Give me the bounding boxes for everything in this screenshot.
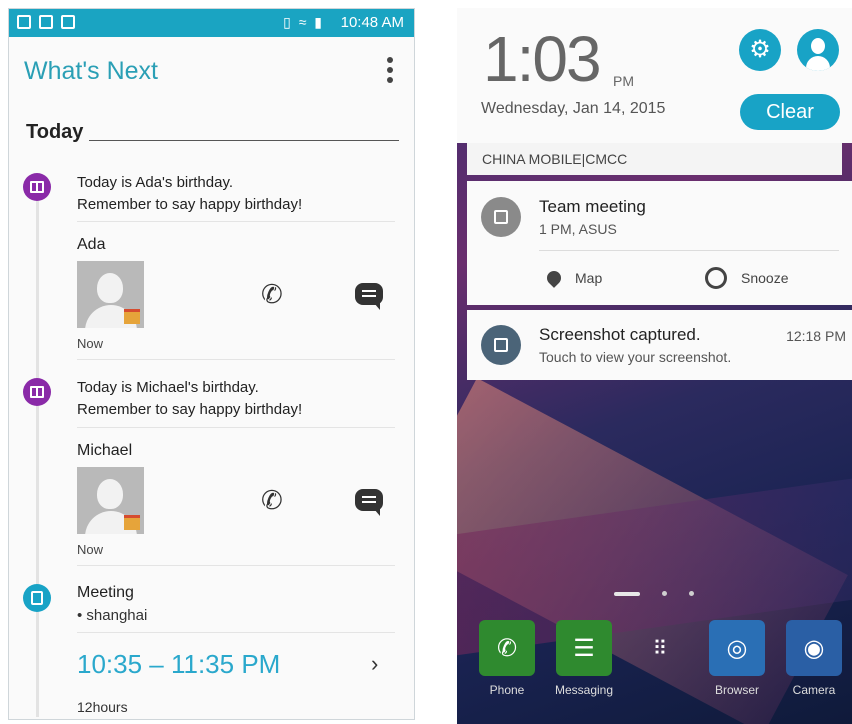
notification-title: Team meeting <box>539 197 646 216</box>
event-time: Now <box>77 542 104 557</box>
image-notification-icon <box>39 15 53 29</box>
dock-app-phone[interactable]: ✆ Phone <box>477 620 537 697</box>
status-time: 10:48 AM <box>340 14 404 31</box>
meeting-time[interactable]: 10:35 – 11:35 PM <box>77 649 280 680</box>
carrier-label: CHINA MOBILE|CMCC <box>467 143 842 175</box>
notification-time: 12:18 PM <box>786 328 846 344</box>
divider <box>77 221 395 222</box>
map-label: Map <box>575 270 603 286</box>
globe-icon: ◎ <box>709 620 765 676</box>
message-icon[interactable] <box>355 283 383 310</box>
contact-name: Ada <box>77 236 106 253</box>
map-action[interactable]: Map <box>544 263 603 293</box>
call-icon[interactable]: ✆ <box>261 279 283 310</box>
gift-icon <box>23 173 51 201</box>
phone-icon: ✆ <box>479 620 535 676</box>
timeline-line <box>36 187 39 717</box>
section-divider <box>89 140 399 141</box>
calendar-icon <box>23 584 51 612</box>
divider <box>77 565 395 566</box>
map-pin-icon <box>544 268 564 288</box>
app-title: What's Next <box>24 57 158 85</box>
event-time: Now <box>77 336 104 351</box>
clear-button[interactable]: Clear <box>740 94 840 130</box>
clock-ampm: PM <box>613 73 634 89</box>
right-screen: 1:03 PM Wednesday, Jan 14, 2015 ⚙ Clear … <box>457 8 852 724</box>
status-bar: ▯ ≈ ▮ 10:48 AM <box>9 9 414 37</box>
event-message[interactable]: Today is Ada's birthday. Remember to say… <box>77 172 302 216</box>
dock: ✆ Phone ☰ Messaging ⠿ ◎ Browser ◉ Camera <box>457 620 852 724</box>
call-icon[interactable]: ✆ <box>261 485 283 516</box>
notification-screenshot[interactable]: Screenshot captured. Touch to view your … <box>467 310 852 380</box>
chevron-right-icon[interactable]: › <box>371 651 378 677</box>
snooze-label: Snooze <box>741 270 789 286</box>
gift-icon <box>23 378 51 406</box>
calendar-icon <box>481 197 521 237</box>
avatar[interactable] <box>77 261 144 328</box>
page-indicator <box>614 591 694 596</box>
date: Wednesday, Jan 14, 2015 <box>481 100 666 117</box>
notification-subtitle: Touch to view your screenshot. <box>539 349 732 365</box>
divider <box>539 250 839 251</box>
event-line1: Today is Michael's birthday. <box>77 379 259 396</box>
divider <box>77 632 395 633</box>
messaging-icon: ☰ <box>556 620 612 676</box>
dock-label: Phone <box>489 683 525 697</box>
app-drawer-button[interactable]: ⠿ <box>630 620 690 676</box>
user-avatar-button[interactable] <box>797 29 839 71</box>
notification-icon <box>17 15 31 29</box>
divider <box>77 359 395 360</box>
meeting-title: Meeting <box>77 584 134 601</box>
notification-subtitle: 1 PM, ASUS <box>539 221 617 237</box>
event-message[interactable]: Today is Michael's birthday. Remember to… <box>77 377 302 421</box>
dock-app-messaging[interactable]: ☰ Messaging <box>554 620 614 697</box>
clock: 1:03 <box>483 23 602 95</box>
dock-label: Browser <box>714 683 759 697</box>
gear-icon[interactable]: ⚙ <box>739 29 781 71</box>
section-today: Today <box>26 121 84 143</box>
alarm-clock-icon <box>705 267 727 289</box>
cake-icon <box>124 309 140 324</box>
dock-app-camera[interactable]: ◉ Camera <box>784 620 844 697</box>
meeting-duration: 12hours <box>77 699 128 715</box>
grid-icon: ⠿ <box>652 637 668 660</box>
overflow-menu-icon[interactable] <box>386 57 394 87</box>
message-icon[interactable] <box>355 489 383 516</box>
quick-settings-header: 1:03 PM Wednesday, Jan 14, 2015 ⚙ Clear <box>457 8 852 143</box>
camera-icon: ◉ <box>786 620 842 676</box>
event-line2: Remember to say happy birthday! <box>77 196 303 213</box>
signal-icons: ▯ ≈ ▮ <box>283 14 324 30</box>
left-screen: ▯ ≈ ▮ 10:48 AM What's Next Today Today i… <box>8 8 415 720</box>
event-line2: Remember to say happy birthday! <box>77 401 303 418</box>
divider <box>77 427 395 428</box>
dock-app-browser[interactable]: ◎ Browser <box>707 620 767 697</box>
event-line1: Today is Ada's birthday. <box>77 174 234 191</box>
meeting-location: • shanghai <box>77 607 148 624</box>
check-notification-icon <box>61 15 75 29</box>
snooze-action[interactable]: Snooze <box>705 263 788 293</box>
notification-title: Screenshot captured. <box>539 325 701 344</box>
dock-label: Messaging <box>554 683 614 697</box>
image-icon <box>481 325 521 365</box>
notification-team-meeting[interactable]: Team meeting 1 PM, ASUS Map Snooze <box>467 181 852 305</box>
cake-icon <box>124 515 140 530</box>
dock-label: Camera <box>792 683 836 697</box>
contact-name: Michael <box>77 442 133 459</box>
avatar[interactable] <box>77 467 144 534</box>
